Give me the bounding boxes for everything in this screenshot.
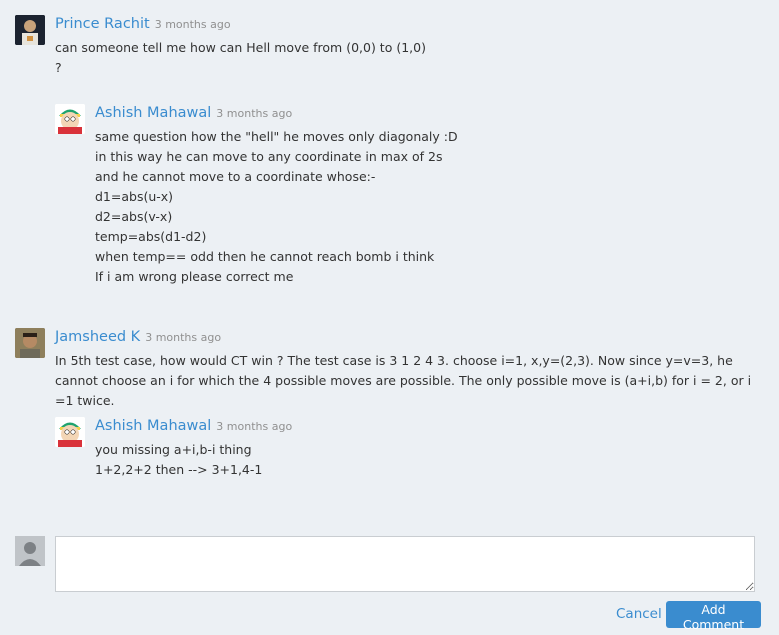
comment-line: d2=abs(v-x) — [95, 209, 173, 224]
avatar[interactable] — [15, 328, 45, 358]
comment-body: In 5th test case, how would CT win ? The… — [55, 351, 755, 411]
comment-body: same question how the "hell" he moves on… — [95, 127, 458, 287]
comment-line: can someone tell me how can Hell move fr… — [55, 40, 426, 55]
timestamp: 3 months ago — [154, 18, 231, 31]
timestamp: 3 months ago — [216, 107, 293, 120]
author-link[interactable]: Ashish Mahawal — [95, 105, 211, 121]
comment-line: you missing a+i,b-i thing — [95, 442, 252, 457]
comment-line: when temp== odd then he cannot reach bom… — [95, 249, 435, 264]
comment-body: you missing a+i,b-i thing 1+2,2+2 then -… — [95, 440, 262, 480]
comment-body: can someone tell me how can Hell move fr… — [55, 38, 426, 78]
cartman-avatar-icon — [55, 417, 85, 447]
avatar[interactable] — [55, 104, 85, 134]
comment-line: If i am wrong please correct me — [95, 269, 294, 284]
author-link[interactable]: Prince Rachit — [55, 16, 150, 32]
comment-line: and he cannot move to a coordinate whose… — [95, 169, 376, 184]
timestamp: 3 months ago — [145, 331, 222, 344]
comment-line: d1=abs(u-x) — [95, 189, 174, 204]
add-comment-button[interactable]: Add Comment — [666, 601, 761, 632]
default-user-icon — [15, 536, 45, 566]
cartman-avatar-icon — [55, 104, 85, 134]
cancel-button[interactable]: Cancel — [616, 606, 662, 622]
user-photo-icon — [15, 15, 45, 45]
author-link[interactable]: Jamsheed K — [55, 329, 140, 345]
user-photo-icon — [15, 328, 45, 358]
current-user-avatar — [15, 536, 45, 566]
comment-line: 1+2,2+2 then --> 3+1,4-1 — [95, 462, 263, 477]
timestamp: 3 months ago — [216, 420, 293, 433]
comment-line: temp=abs(d1-d2) — [95, 229, 207, 244]
author-link[interactable]: Ashish Mahawal — [95, 418, 211, 434]
comment-input[interactable] — [55, 536, 755, 592]
comment-line: same question how the "hell" he moves on… — [95, 129, 458, 144]
comment-line: ? — [55, 60, 62, 75]
comment-line: in this way he can move to any coordinat… — [95, 149, 443, 164]
avatar[interactable] — [55, 417, 85, 447]
avatar[interactable] — [15, 15, 45, 45]
comment-text: In 5th test case, how would CT win ? The… — [55, 353, 752, 408]
